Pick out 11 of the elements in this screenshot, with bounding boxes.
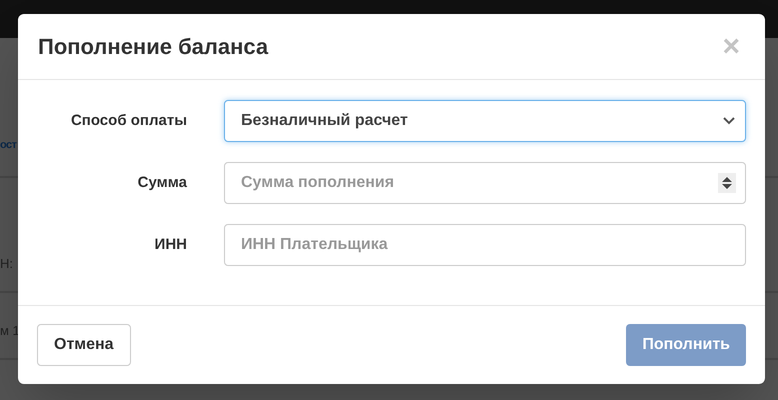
cancel-button[interactable]: Отмена (37, 324, 131, 366)
spinner-icon[interactable] (718, 173, 736, 193)
input-field[interactable]: Сумма пополнения (224, 162, 746, 204)
modal-title: Пополнение баланса (38, 33, 268, 61)
field-label: Сумма (136, 172, 187, 193)
chevron-down-icon (723, 117, 735, 125)
field-label: ИНН (154, 234, 187, 255)
field-label: Способ оплаты (70, 110, 187, 131)
close-button[interactable]: × (722, 32, 740, 62)
input-field[interactable]: ИНН Плательщика (224, 224, 746, 266)
background-link[interactable]: ост (0, 136, 16, 153)
